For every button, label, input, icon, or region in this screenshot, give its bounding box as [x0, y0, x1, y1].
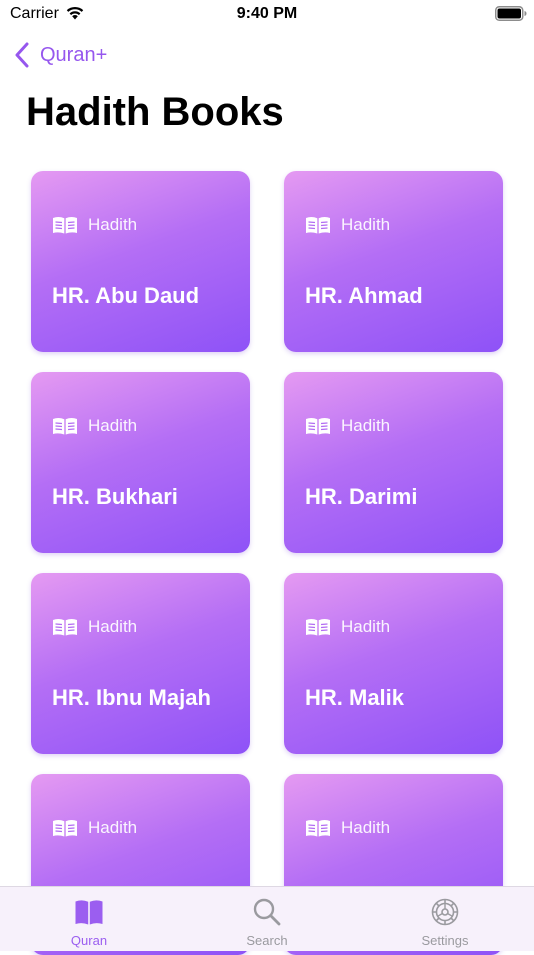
book-open-icon: [306, 217, 330, 234]
book-open-icon: [53, 820, 77, 837]
book-open-icon: [53, 619, 77, 636]
card-tag: Hadith: [305, 818, 390, 838]
card-tag: Hadith: [52, 215, 137, 235]
book-card-malik[interactable]: Hadith HR. Malik: [284, 573, 503, 754]
card-tag-label: Hadith: [341, 416, 391, 435]
book-card-bukhari[interactable]: Hadith HR. Bukhari: [31, 372, 250, 553]
book-open-icon: [306, 820, 330, 837]
book-card-ibnu-majah[interactable]: Hadith HR. Ibnu Majah: [31, 573, 250, 754]
card-tag-label: Hadith: [88, 416, 138, 435]
book-open-icon: [306, 418, 330, 435]
search-icon: [253, 898, 281, 926]
card-tag: Hadith: [305, 215, 390, 235]
book-open-icon: [53, 418, 77, 435]
tab-bar: Quran Search Settings: [0, 886, 534, 951]
card-title: HR. Malik: [305, 685, 405, 710]
tab-quran[interactable]: Quran: [0, 887, 178, 951]
book-open-icon: [53, 217, 77, 234]
book-card-darimi[interactable]: Hadith HR. Darimi: [284, 372, 503, 553]
tab-label: Search: [246, 933, 288, 948]
card-title: HR. Ibnu Majah: [52, 685, 211, 710]
card-title: HR. Bukhari: [52, 484, 178, 509]
card-tag-label: Hadith: [341, 215, 391, 234]
card-title: HR. Ahmad: [305, 283, 423, 308]
book-card-abu-daud[interactable]: Hadith HR. Abu Daud: [31, 171, 250, 352]
card-tag: Hadith: [52, 617, 137, 637]
tab-search[interactable]: Search: [178, 887, 356, 951]
book-open-icon: [306, 619, 330, 636]
hadith-book-grid: Hadith HR. Abu Daud Hadith HR. Ahmad Had…: [0, 0, 534, 955]
card-tag-label: Hadith: [341, 617, 391, 636]
card-tag-label: Hadith: [88, 215, 138, 234]
book-icon: [75, 900, 103, 925]
tab-label: Quran: [70, 933, 108, 948]
card-tag: Hadith: [305, 416, 390, 436]
gear-icon: [431, 898, 459, 926]
card-title: HR. Darimi: [305, 484, 418, 509]
book-card-ahmad[interactable]: Hadith HR. Ahmad: [284, 171, 503, 352]
tab-settings[interactable]: Settings: [356, 887, 534, 951]
card-tag-label: Hadith: [341, 818, 391, 837]
card-tag-label: Hadith: [88, 617, 138, 636]
card-tag: Hadith: [52, 416, 137, 436]
tab-label: Settings: [421, 933, 469, 948]
card-tag: Hadith: [52, 818, 137, 838]
card-tag-label: Hadith: [88, 818, 138, 837]
card-tag: Hadith: [305, 617, 390, 637]
card-title: HR. Abu Daud: [52, 283, 200, 308]
